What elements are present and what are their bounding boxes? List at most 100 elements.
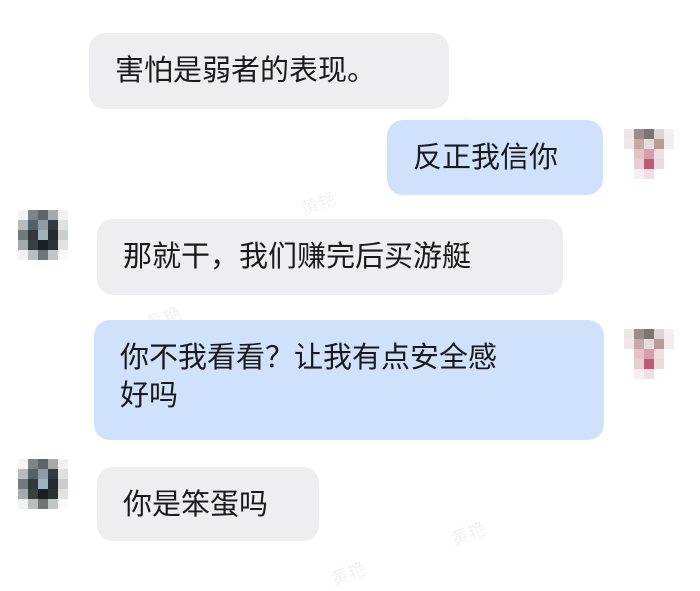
message-text: 害怕是弱者的表现。	[115, 53, 377, 87]
avatar-pixel	[664, 149, 674, 159]
avatar-pixel	[58, 499, 68, 509]
avatar-pixel	[634, 129, 644, 139]
message-bubble-incoming[interactable]: 你是笨蛋吗	[97, 467, 319, 541]
avatar-pixel	[38, 220, 48, 230]
avatar-pixel	[664, 169, 674, 179]
avatar-pixel	[654, 149, 664, 159]
self-avatar[interactable]	[624, 129, 674, 179]
avatar-pixel	[644, 129, 654, 139]
avatar-pixel	[48, 489, 58, 499]
avatar-pixel	[58, 210, 68, 220]
avatar-pixel	[654, 359, 664, 369]
avatar-pixel	[18, 469, 28, 479]
avatar-pixel	[18, 240, 28, 250]
watermark: 黄艳	[298, 188, 340, 221]
avatar-pixel	[664, 359, 674, 369]
avatar-pixel	[624, 359, 634, 369]
avatar-pixel	[28, 250, 38, 260]
avatar-pixel	[28, 479, 38, 489]
avatar-pixel	[664, 329, 674, 339]
contact-avatar[interactable]	[18, 210, 68, 260]
avatar-pixel	[644, 339, 654, 349]
avatar-pixel	[28, 240, 38, 250]
avatar-pixel	[38, 250, 48, 260]
avatar-pixel	[38, 230, 48, 240]
avatar-pixel	[624, 169, 634, 179]
avatar-pixel	[654, 169, 664, 179]
avatar-pixel	[634, 329, 644, 339]
avatar-pixel	[28, 459, 38, 469]
avatar-pixel	[644, 329, 654, 339]
avatar-pixel	[18, 459, 28, 469]
avatar-pixel	[664, 139, 674, 149]
avatar-pixel	[18, 499, 28, 509]
avatar-pixel	[18, 479, 28, 489]
avatar-pixel	[624, 369, 634, 379]
avatar-pixel	[634, 339, 644, 349]
avatar-pixel	[644, 159, 654, 169]
avatar-pixel	[38, 469, 48, 479]
avatar-pixel	[664, 129, 674, 139]
avatar-pixel	[644, 359, 654, 369]
avatar-pixel	[624, 129, 634, 139]
avatar-pixel	[38, 459, 48, 469]
avatar-pixel	[58, 479, 68, 489]
watermark: 黄艳	[328, 558, 370, 591]
avatar-pixel	[644, 369, 654, 379]
avatar-pixel	[654, 159, 664, 169]
message-bubble-outgoing[interactable]: 反正我信你	[387, 120, 603, 195]
avatar-pixel	[624, 349, 634, 359]
avatar-pixel	[28, 489, 38, 499]
avatar-pixel	[654, 349, 664, 359]
avatar-pixel	[28, 469, 38, 479]
avatar-pixel	[654, 139, 664, 149]
self-avatar[interactable]	[624, 329, 674, 379]
avatar-pixel	[58, 469, 68, 479]
avatar-pixel	[664, 339, 674, 349]
avatar-pixel	[48, 210, 58, 220]
avatar-pixel	[58, 220, 68, 230]
avatar-pixel	[624, 139, 634, 149]
avatar-pixel	[48, 459, 58, 469]
message-bubble-outgoing[interactable]: 你不我看看？让我有点安全感 好吗	[94, 320, 604, 440]
message-bubble-incoming[interactable]: 那就干，我们赚完后买游艇	[97, 219, 563, 295]
avatar-pixel	[48, 240, 58, 250]
avatar-pixel	[624, 329, 634, 339]
avatar-pixel	[634, 369, 644, 379]
avatar-pixel	[634, 149, 644, 159]
avatar-pixel	[634, 349, 644, 359]
avatar-pixel	[38, 499, 48, 509]
message-text-line-1: 你不我看看？让我有点安全感	[120, 340, 498, 374]
avatar-pixel	[664, 369, 674, 379]
avatar-pixel	[18, 230, 28, 240]
avatar-pixel	[58, 230, 68, 240]
avatar-pixel	[664, 349, 674, 359]
avatar-pixel	[48, 230, 58, 240]
avatar-pixel	[634, 359, 644, 369]
avatar-pixel	[664, 159, 674, 169]
contact-avatar[interactable]	[18, 459, 68, 509]
avatar-pixel	[58, 250, 68, 260]
avatar-pixel	[48, 250, 58, 260]
avatar-pixel	[48, 220, 58, 230]
avatar-pixel	[18, 220, 28, 230]
message-bubble-incoming[interactable]: 害怕是弱者的表现。	[89, 33, 449, 109]
avatar-pixel	[624, 149, 634, 159]
avatar-pixel	[654, 129, 664, 139]
avatar-pixel	[18, 489, 28, 499]
avatar-pixel	[38, 210, 48, 220]
avatar-pixel	[48, 469, 58, 479]
message-text: 你是笨蛋吗	[123, 487, 269, 521]
avatar-pixel	[28, 499, 38, 509]
avatar-pixel	[58, 240, 68, 250]
avatar-pixel	[634, 159, 644, 169]
avatar-pixel	[18, 250, 28, 260]
avatar-pixel	[28, 210, 38, 220]
avatar-pixel	[624, 339, 634, 349]
avatar-pixel	[634, 169, 644, 179]
message-text: 反正我信你	[413, 140, 559, 174]
avatar-pixel	[634, 139, 644, 149]
avatar-pixel	[644, 149, 654, 159]
message-text: 那就干，我们赚完后买游艇	[123, 239, 472, 273]
avatar-pixel	[28, 230, 38, 240]
